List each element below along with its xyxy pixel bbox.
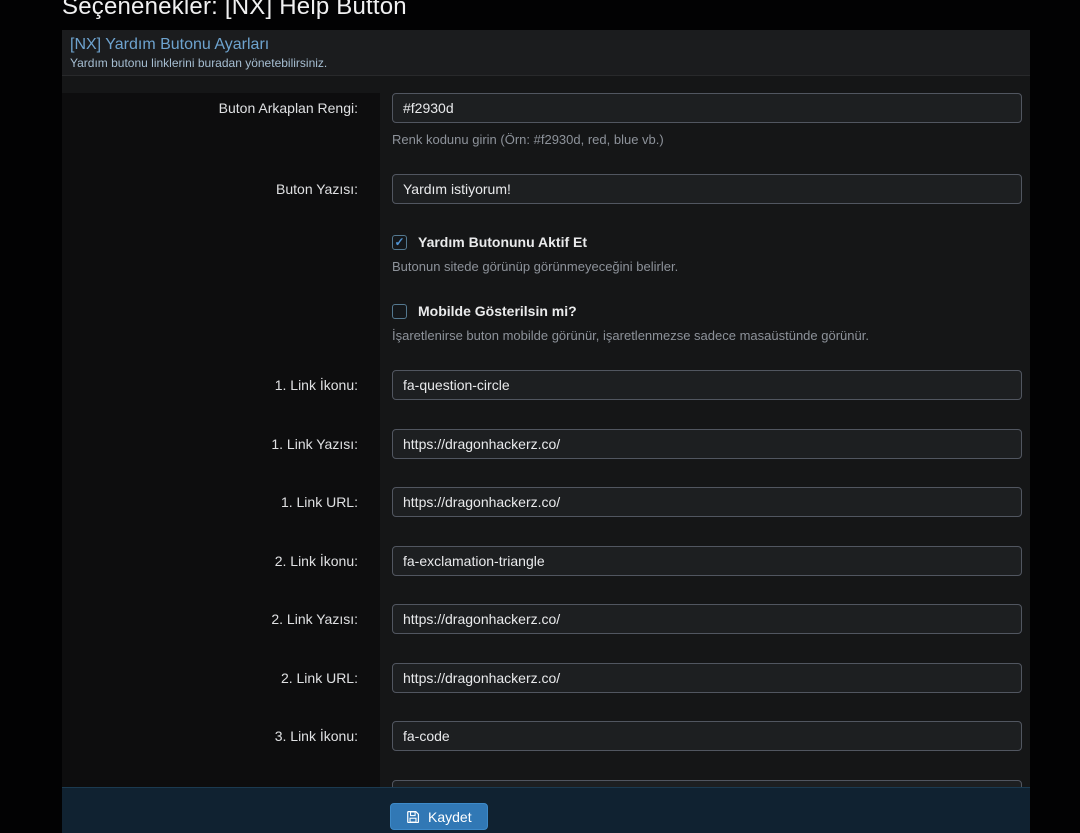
link2-url-input[interactable] bbox=[392, 663, 1022, 693]
field-row-show-mobile: Mobilde Gösterilsin mi? İşaretlenirse bu… bbox=[62, 303, 1030, 343]
link2-text-input[interactable] bbox=[392, 604, 1022, 634]
floppy-disk-icon bbox=[406, 810, 420, 824]
link1-text-input[interactable] bbox=[392, 429, 1022, 459]
field-label: 1. Link Yazısı: bbox=[62, 429, 380, 459]
card-title: [NX] Yardım Butonu Ayarları bbox=[70, 36, 1030, 54]
link2-icon-input[interactable] bbox=[392, 546, 1022, 576]
field-row-link2-icon: 2. Link İkonu: bbox=[62, 546, 1030, 576]
show-mobile-checkbox[interactable] bbox=[392, 304, 407, 319]
field-row-enable-button: ✓ Yardım Butonunu Aktif Et Butonun sited… bbox=[62, 234, 1030, 274]
checkbox-label[interactable]: Mobilde Gösterilsin mi? bbox=[418, 303, 577, 319]
field-help-text: İşaretlenirse buton mobilde görünür, işa… bbox=[392, 328, 1022, 343]
save-bar: Kaydet bbox=[62, 787, 1030, 833]
settings-form: Buton Arkaplan Rengi: Renk kodunu girin … bbox=[62, 93, 1030, 787]
field-label: 1. Link İkonu: bbox=[62, 370, 380, 400]
button-bg-color-input[interactable] bbox=[392, 93, 1022, 123]
field-row-link1-text: 1. Link Yazısı: bbox=[62, 429, 1030, 459]
field-label: 2. Link İkonu: bbox=[62, 546, 380, 576]
settings-card: [NX] Yardım Butonu Ayarları Yardım buton… bbox=[62, 30, 1030, 787]
field-label: 2. Link Yazısı: bbox=[62, 604, 380, 634]
checkmark-icon: ✓ bbox=[394, 236, 404, 248]
field-label: Buton Arkaplan Rengi: bbox=[62, 93, 380, 147]
field-help-text: Butonun sitede görünüp görünmeyeceğini b… bbox=[392, 259, 1022, 274]
save-button[interactable]: Kaydet bbox=[390, 803, 488, 830]
checkbox-label[interactable]: Yardım Butonunu Aktif Et bbox=[418, 234, 587, 250]
field-help-text: Renk kodunu girin (Örn: #f2930d, red, bl… bbox=[392, 132, 1022, 147]
field-row-link3-text: 3. Link Yazısı: bbox=[62, 780, 1030, 788]
link1-url-input[interactable] bbox=[392, 487, 1022, 517]
field-label: 3. Link İkonu: bbox=[62, 721, 380, 751]
link3-icon-input[interactable] bbox=[392, 721, 1022, 751]
save-button-label: Kaydet bbox=[428, 809, 472, 825]
field-row-link1-icon: 1. Link İkonu: bbox=[62, 370, 1030, 400]
field-row-link2-text: 2. Link Yazısı: bbox=[62, 604, 1030, 634]
button-text-input[interactable] bbox=[392, 174, 1022, 204]
card-header: [NX] Yardım Butonu Ayarları Yardım buton… bbox=[62, 30, 1030, 76]
field-label: 1. Link URL: bbox=[62, 487, 380, 517]
field-row-link2-url: 2. Link URL: bbox=[62, 663, 1030, 693]
page-title: Seçenenekler: [NX] Help Button bbox=[62, 0, 407, 21]
field-label: 3. Link Yazısı: bbox=[62, 780, 380, 788]
link1-icon-input[interactable] bbox=[392, 370, 1022, 400]
field-row-link1-url: 1. Link URL: bbox=[62, 487, 1030, 517]
field-row-button-text: Buton Yazısı: bbox=[62, 174, 1030, 204]
field-row-link3-icon: 3. Link İkonu: bbox=[62, 721, 1030, 751]
link3-text-input[interactable] bbox=[392, 780, 1022, 788]
field-row-button-bg-color: Buton Arkaplan Rengi: Renk kodunu girin … bbox=[62, 93, 1030, 147]
enable-button-checkbox[interactable]: ✓ bbox=[392, 235, 407, 250]
field-label: Buton Yazısı: bbox=[62, 174, 380, 204]
field-label: 2. Link URL: bbox=[62, 663, 380, 693]
card-subtitle: Yardım butonu linklerini buradan yöneteb… bbox=[70, 56, 1030, 70]
